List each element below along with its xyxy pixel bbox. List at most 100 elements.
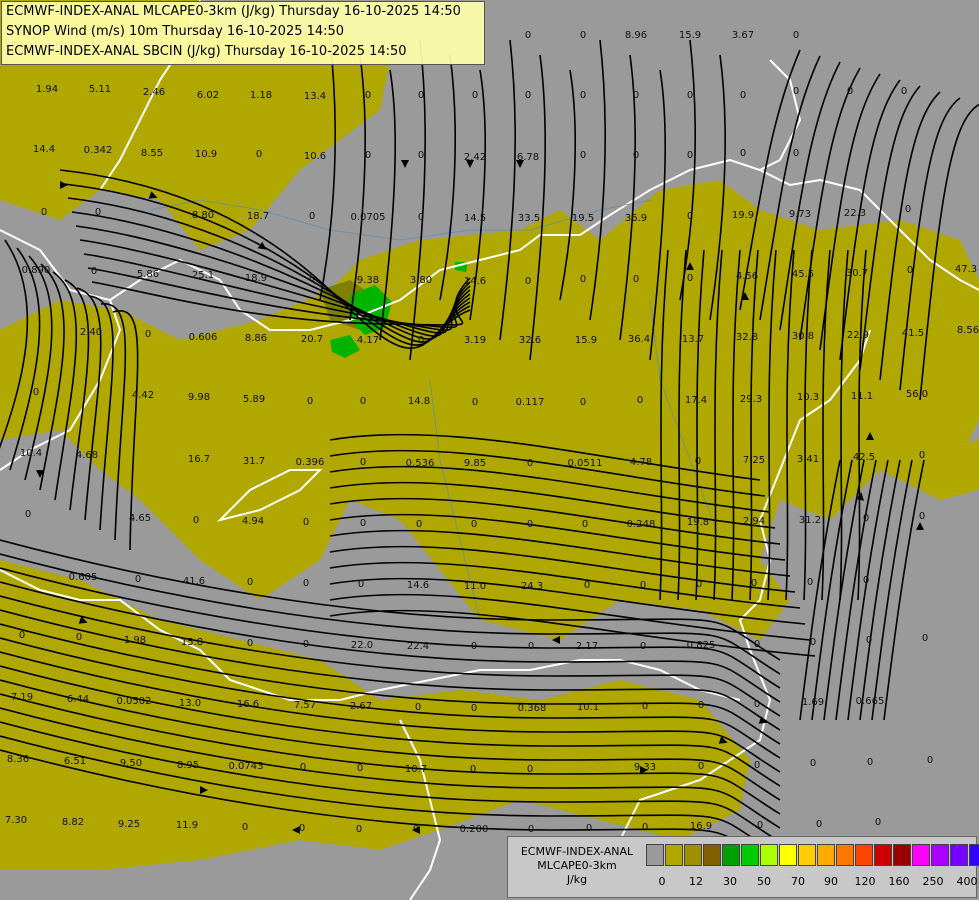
cape-value-label: 0: [580, 90, 586, 101]
legend-title: ECMWF-INDEX-ANAL MLCAPE0-3km J/kg: [512, 845, 642, 887]
cape-value-label: 0: [640, 641, 646, 652]
cape-value-label: 0: [863, 513, 869, 524]
cape-value-label: 8.95: [177, 760, 199, 771]
cape-value-label: 0: [867, 757, 873, 768]
cape-value-label: 0: [698, 761, 704, 772]
cape-value-label: 0: [586, 823, 592, 834]
cape-value-label: 0: [470, 764, 476, 775]
cape-value-label: 0: [754, 639, 760, 650]
cape-value-label: 0: [525, 30, 531, 41]
legend-title-2: MLCAPE0-3km: [537, 859, 617, 872]
cape-value-label: 0.396: [296, 457, 325, 468]
cape-value-label: 0: [922, 633, 928, 644]
cape-value-label: 0.342: [84, 145, 113, 156]
cape-value-label: 0: [471, 519, 477, 530]
cape-value-label: 32.8: [736, 332, 758, 343]
cape-value-label: 0: [193, 515, 199, 526]
cape-value-label: 15.9: [575, 335, 597, 346]
cape-value-label: 0: [740, 90, 746, 101]
cape-value-label: 45.5: [792, 269, 814, 280]
cape-value-label: 16.7: [188, 454, 210, 465]
cape-value-label: 1.94: [36, 84, 58, 95]
cape-value-label: 0: [580, 150, 586, 161]
legend-swatch: [950, 844, 968, 866]
header-line-2: SYNOP Wind (m/s) 10m Thursday 16-10-2025…: [6, 24, 345, 39]
cape-value-label: 29.3: [740, 394, 762, 405]
weather-map[interactable]: 0 0 8.96 15.9 3.67 0 1.94 5.11 2.46 6.02 1.18 13.4 0…: [0, 0, 979, 900]
cape-value-label: 13.4: [304, 91, 326, 102]
cape-value-label: 14.6: [407, 580, 429, 591]
cape-value-label: 8.86: [245, 333, 267, 344]
cape-value-label: 0: [816, 819, 822, 830]
cape-value-label: 8.36: [7, 754, 29, 765]
cape-value-label: 5.89: [243, 394, 265, 405]
legend-swatch: [646, 844, 664, 866]
cape-value-label: 19.8: [687, 517, 709, 528]
cape-value-label: 7.30: [5, 815, 27, 826]
cape-value-label: 4.78: [630, 457, 652, 468]
header-line-3: ECMWF-INDEX-ANAL SBCIN (J/kg) Thursday 1…: [6, 44, 407, 59]
cape-value-label: 9.38: [357, 275, 379, 286]
cape-value-label: 0: [793, 148, 799, 159]
cape-value-label: 0: [256, 149, 262, 160]
cape-value-label: 0: [810, 758, 816, 769]
cape-value-label: 5.86: [137, 269, 159, 280]
cape-value-label: 0: [418, 212, 424, 223]
cape-value-label: 0: [527, 764, 533, 775]
cape-value-label: 7.19: [11, 692, 33, 703]
cape-value-label: 33.5: [518, 213, 540, 224]
legend-swatch: [665, 844, 683, 866]
cape-value-label: 0.248: [627, 519, 656, 530]
streamline-arrow: [401, 160, 409, 168]
cape-value-label: 0: [527, 458, 533, 469]
cape-value-label: 1.69: [802, 697, 824, 708]
legend-color-scale: [646, 844, 979, 866]
cape-value-label: 0: [299, 823, 305, 834]
cape-value-label: 31.2: [799, 515, 821, 526]
cape-value-label: 41.6: [183, 576, 205, 587]
cape-value-label: 0: [307, 396, 313, 407]
cape-value-label: 2.17: [576, 641, 598, 652]
cape-value-label: 18.7: [247, 211, 269, 222]
legend-tick-label: 70: [791, 875, 805, 888]
cape-value-label: 8.56: [957, 325, 979, 336]
cape-value-label: 0: [633, 274, 639, 285]
cape-value-label: 0: [640, 580, 646, 591]
cape-value-label: 0: [754, 760, 760, 771]
cape-value-label: 0.0502: [117, 696, 152, 707]
cape-value-label: 25.1: [192, 270, 214, 281]
legend-swatch: [779, 844, 797, 866]
cape-value-label: 0: [247, 577, 253, 588]
cape-value-label: 0.200: [460, 824, 489, 835]
cape-value-label: 8.55: [141, 148, 163, 159]
cape-value-label: 0.825: [687, 640, 716, 651]
cape-value-label: 2.40: [80, 327, 102, 338]
cape-value-label: 15.8: [181, 637, 203, 648]
cape-value-label: 11.1: [851, 391, 873, 402]
map-header: ECMWF-INDEX-ANAL MLCAPE0-3km (J/kg) Thur…: [1, 1, 485, 65]
cape-value-label: 41.5: [902, 328, 924, 339]
legend-swatch: [969, 844, 979, 866]
cape-value-label: 0: [91, 266, 97, 277]
cape-value-label: 0: [687, 273, 693, 284]
cape-value-label: 0: [309, 211, 315, 222]
cape-value-label: 0: [41, 207, 47, 218]
cape-value-label: 9.73: [789, 209, 811, 220]
cape-value-label: 14.6: [464, 276, 486, 287]
cape-value-label: 0: [642, 822, 648, 833]
cape-value-label: 47.3: [955, 264, 977, 275]
legend-swatch: [893, 844, 911, 866]
cape-value-label: 14.8: [408, 396, 430, 407]
cape-value-label: 3.67: [732, 30, 754, 41]
legend-tick-label: 160: [888, 875, 910, 888]
cape-value-label: 0: [866, 635, 872, 646]
cape-value-label: 7.25: [743, 455, 765, 466]
cape-value-label: 0.368: [518, 703, 547, 714]
cape-value-label: 20.7: [301, 334, 323, 345]
cape-value-label: 4.68: [76, 450, 98, 461]
cape-value-label: 0: [418, 335, 424, 346]
cape-value-label: 0: [33, 387, 39, 398]
cape-value-label: 22.4: [407, 641, 429, 652]
legend-tick-label: 0: [658, 875, 666, 888]
cape-value-label: 0: [471, 703, 477, 714]
